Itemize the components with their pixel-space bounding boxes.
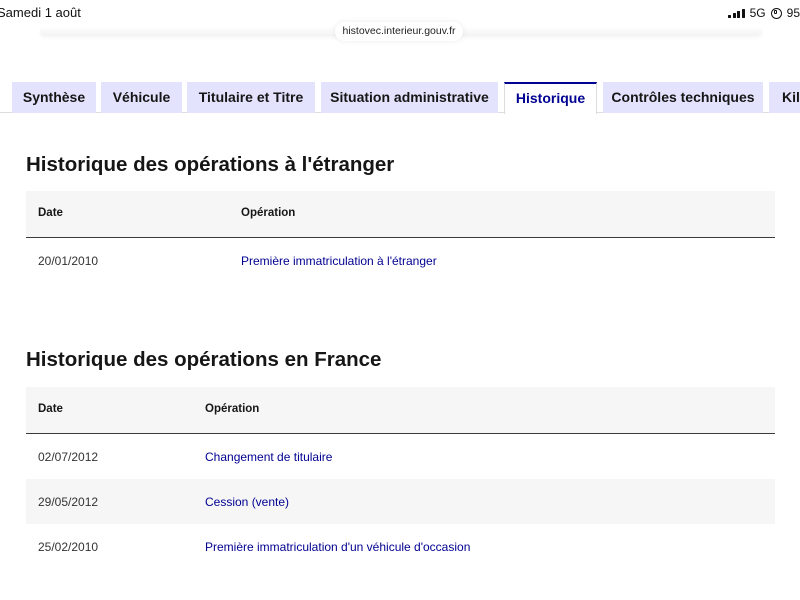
row-date: 25/02/2010 xyxy=(38,540,99,554)
tab-situation-administrative[interactable]: Situation administrative xyxy=(321,82,498,113)
tab-titulaire-et-titre[interactable]: Titulaire et Titre xyxy=(187,82,315,113)
row-date: 20/01/2010 xyxy=(38,254,99,268)
row-date: 02/07/2012 xyxy=(38,450,99,464)
date-column-header: Date xyxy=(38,207,63,219)
row-operation: Première immatriculation à l'étranger xyxy=(241,254,437,268)
foreign-operations-table: Date Opération 20/01/2010 Première immat… xyxy=(26,191,775,283)
table-row: 25/02/2010 Première immatriculation d'un… xyxy=(26,524,775,569)
france-section-title: Historique des opérations en France xyxy=(26,348,382,371)
tab-synthese[interactable]: Synthèse xyxy=(12,82,96,113)
table-row: 20/01/2010 Première immatriculation à l'… xyxy=(26,238,775,283)
status-time: Samedi 1 août xyxy=(0,5,81,20)
tab-historique[interactable]: Historique xyxy=(504,82,597,114)
operation-column-header: Opération xyxy=(241,207,296,219)
france-operations-table: Date Opération 02/07/2012 Changement de … xyxy=(26,387,775,569)
row-date: 29/05/2012 xyxy=(38,495,99,509)
row-operation: Changement de titulaire xyxy=(205,450,333,464)
battery-level: 95 xyxy=(786,6,800,20)
table-header: Date Opération xyxy=(26,191,775,238)
tab-controles-techniques[interactable]: Contrôles techniques xyxy=(603,82,763,113)
tab-vehicule[interactable]: Véhicule xyxy=(101,82,182,113)
cellular-signal-icon xyxy=(728,8,745,18)
operation-column-header: Opération xyxy=(205,403,260,415)
row-operation: Première immatriculation d'un véhicule d… xyxy=(205,540,471,554)
status-indicators: 5G 95 xyxy=(728,6,800,20)
table-header: Date Opération xyxy=(26,387,775,434)
network-type: 5G xyxy=(749,6,766,20)
table-row: 29/05/2012 Cession (vente) xyxy=(26,479,775,524)
orientation-lock-icon xyxy=(770,7,782,19)
address-bar[interactable]: histovec.interieur.gouv.fr xyxy=(335,22,463,41)
date-column-header: Date xyxy=(38,403,63,415)
table-row: 02/07/2012 Changement de titulaire xyxy=(26,434,775,479)
row-operation: Cession (vente) xyxy=(205,495,290,509)
foreign-section-title: Historique des opérations à l'étranger xyxy=(26,153,395,176)
tab-kilometrage[interactable]: Kilométrage xyxy=(769,82,800,113)
